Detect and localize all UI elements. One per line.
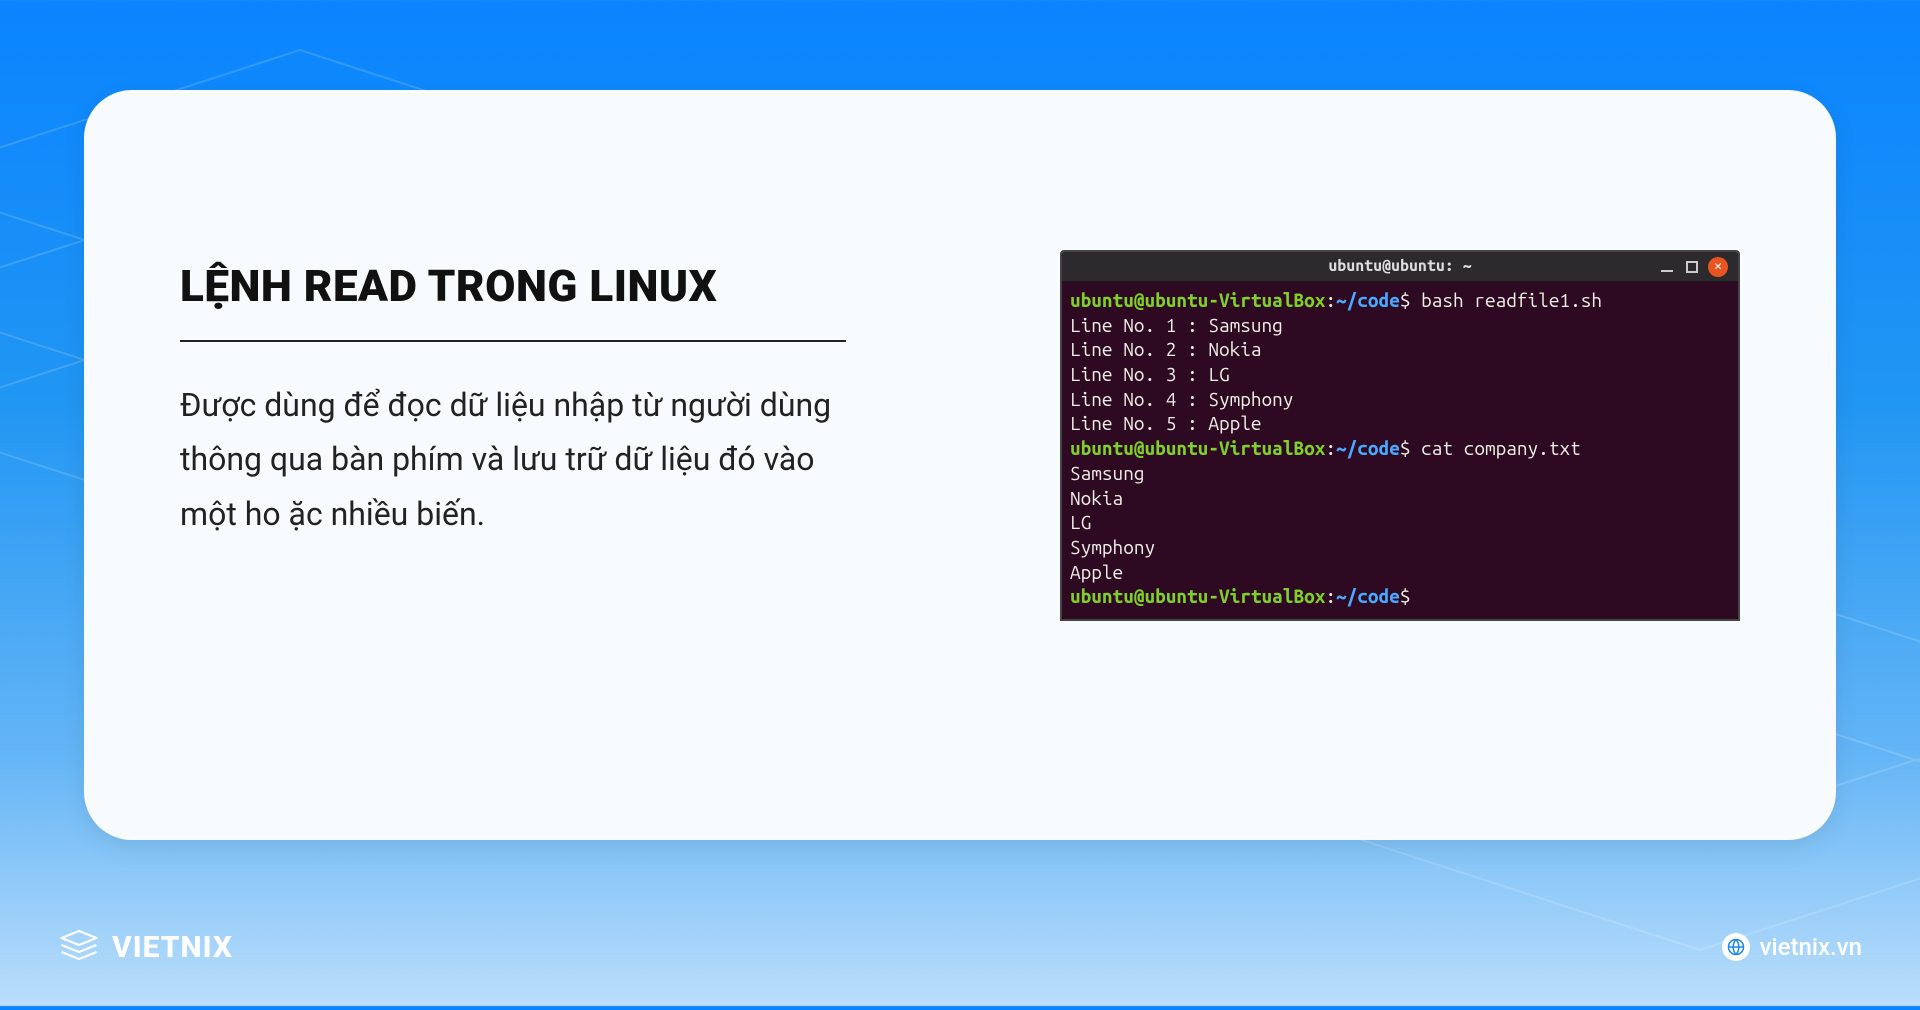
text-column: LỆNH READ TRONG LINUX Được dùng để đọc d…	[180, 90, 866, 541]
terminal-titlebar: ubuntu@ubuntu: ~ ✕	[1062, 252, 1738, 282]
prompt-line-1: ubuntu@ubuntu-VirtualBox:~/code$ bash re…	[1070, 288, 1730, 313]
prompt-line-2: ubuntu@ubuntu-VirtualBox:~/code$ cat com…	[1070, 436, 1730, 461]
output-line: Line No. 1 : Samsung	[1070, 313, 1730, 338]
footer: VIETNIX vietnix.vn	[58, 924, 1862, 970]
output-line: Apple	[1070, 560, 1730, 585]
title-divider	[180, 340, 846, 342]
terminal-column: ubuntu@ubuntu: ~ ✕ ubuntu@ubuntu-Virtual…	[866, 90, 1740, 621]
output-line: Samsung	[1070, 461, 1730, 486]
brand-logo-icon	[58, 924, 100, 970]
description-text: Được dùng để đọc dữ liệu nhập từ người d…	[180, 378, 846, 541]
output-line: Line No. 2 : Nokia	[1070, 337, 1730, 362]
brand-name: VIETNIX	[112, 930, 233, 965]
prompt-line-3: ubuntu@ubuntu-VirtualBox:~/code$	[1070, 584, 1730, 609]
output-line: Line No. 5 : Apple	[1070, 411, 1730, 436]
site-url: vietnix.vn	[1760, 933, 1862, 961]
site-link[interactable]: vietnix.vn	[1722, 933, 1862, 961]
terminal-window: ubuntu@ubuntu: ~ ✕ ubuntu@ubuntu-Virtual…	[1060, 250, 1740, 621]
output-line: Line No. 4 : Symphony	[1070, 387, 1730, 412]
terminal-body: ubuntu@ubuntu-VirtualBox:~/code$ bash re…	[1062, 282, 1738, 619]
minimize-icon[interactable]	[1658, 258, 1676, 276]
output-line: Symphony	[1070, 535, 1730, 560]
output-line: LG	[1070, 510, 1730, 535]
globe-icon	[1722, 933, 1750, 961]
maximize-icon[interactable]	[1686, 261, 1698, 273]
window-controls: ✕	[1658, 257, 1728, 277]
page-title: LỆNH READ TRONG LINUX	[180, 260, 846, 312]
terminal-title: ubuntu@ubuntu: ~	[1328, 256, 1471, 277]
output-line: Line No. 3 : LG	[1070, 362, 1730, 387]
close-icon[interactable]: ✕	[1708, 257, 1728, 277]
content-card: LỆNH READ TRONG LINUX Được dùng để đọc d…	[84, 90, 1836, 840]
output-line: Nokia	[1070, 486, 1730, 511]
brand: VIETNIX	[58, 924, 233, 970]
